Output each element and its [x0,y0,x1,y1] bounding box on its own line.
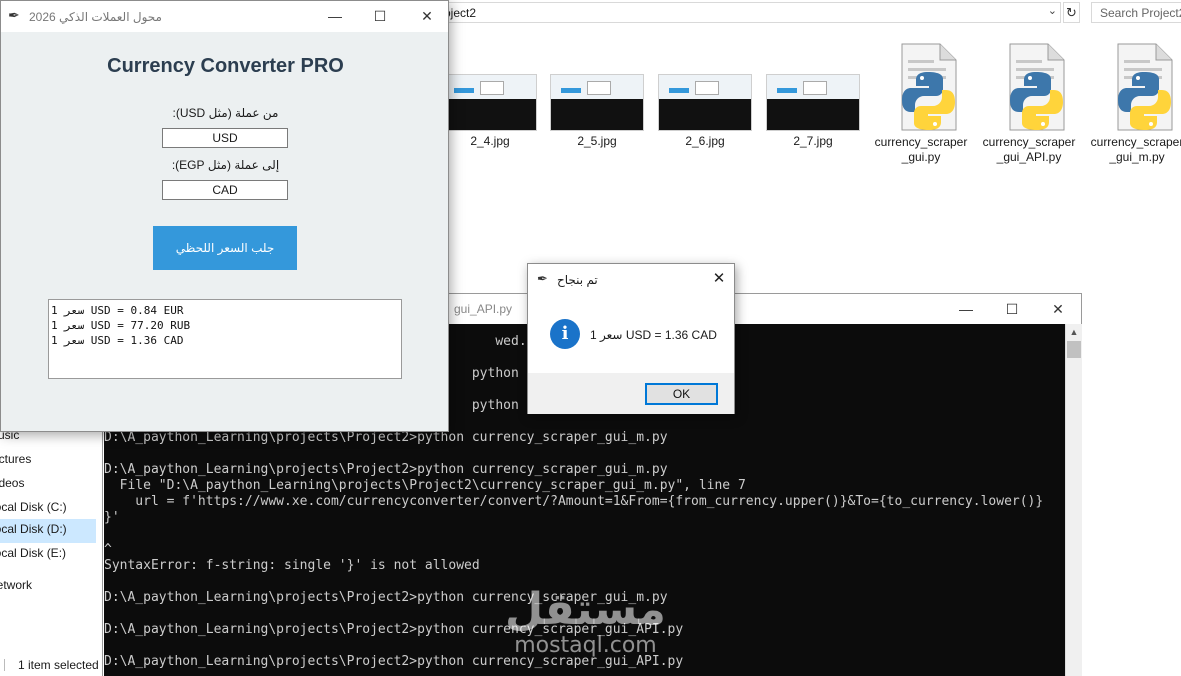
console-line: }' [104,510,120,525]
nav-item-local-disk-d[interactable]: Local Disk (D:) [0,519,96,543]
app-heading: Currency Converter PRO [107,55,344,77]
nav-label: Pictures [0,452,32,466]
file-name: currency_scraper _gui.py [871,135,971,165]
nav-item-local-disk-c[interactable]: Local Disk (C:) [0,497,96,521]
search-input[interactable]: Search Project2 [1091,2,1181,23]
from-currency-input[interactable]: USD [162,128,288,148]
feather-icon: ✒ [537,271,548,286]
window-title: محول العملات الذكي 2026 [29,10,162,24]
image-thumbnail-icon [550,74,644,131]
scroll-thumb[interactable] [1067,341,1081,358]
file-item[interactable]: 2_7.jpg [763,42,863,149]
image-thumbnail-icon [658,74,752,131]
scroll-up-icon[interactable]: ▲ [1066,324,1082,340]
maximize-icon[interactable]: ☐ [369,5,391,27]
result-line: سعر 1 USD = 0.84 EUR [51,304,184,317]
close-icon[interactable]: ✕ [416,5,438,27]
minimize-icon[interactable]: — [324,5,346,27]
file-name: currency_scraper _gui_m.py [1087,135,1181,165]
python-file-icon [901,43,957,131]
file-name-text: currency_scraper _gui_m.py [1090,135,1181,164]
dialog-footer: OK [528,373,734,414]
result-lines: سعر 1 USD = 0.84 EUR سعر 1 USD = 77.20 RU… [51,303,190,348]
ok-button[interactable]: OK [645,383,718,405]
watermark-logo: مستقل [505,584,666,635]
watermark: مستقل mostaql.com [505,586,666,658]
nav-label: Videos [0,476,25,490]
nav-label: Local Disk (C:) [0,500,67,514]
result-line: سعر 1 USD = 1.36 CAD [51,334,184,347]
file-name: 2_4.jpg [470,134,510,148]
dialog-message: سعر 1 USD = 1.36 CAD [590,328,717,342]
console-line: SyntaxError: f-string: single '}' is not… [104,558,480,573]
maximize-icon[interactable]: ☐ [1001,298,1023,320]
file-item[interactable]: currency_scraper _gui_API.py [979,42,1079,165]
image-thumbnail-icon [766,74,860,131]
file-item[interactable]: currency_scraper _gui.py [871,42,971,165]
nav-item-local-disk-e[interactable]: Local Disk (E:) [0,543,96,567]
info-icon: i [550,319,580,349]
console-line: File "D:\A_paython_Learning\projects\Pro… [104,478,746,493]
result-line: سعر 1 USD = 77.20 RUB [51,319,191,332]
console-title: gui_API.py [454,302,513,316]
image-thumbnail-icon [443,74,537,131]
status-text: 1 item selected [18,658,99,672]
dialog-title: تم بنجاح [557,273,598,287]
console-line: D:\A_paython_Learning\projects\Project2>… [104,430,668,445]
watermark-text: mostaql.com [514,633,657,658]
file-item[interactable]: 2_6.jpg [655,42,755,149]
search-placeholder: Search Project2 [1100,6,1181,20]
python-file-icon [1009,43,1065,131]
nav-label: Local Disk (D:) [0,522,67,536]
title-bar[interactable]: ✒ محول العملات الذكي 2026 — ☐ ✕ [1,1,448,32]
success-dialog[interactable]: ✒ تم بنجاح ✕ i سعر 1 USD = 1.36 CAD OK [527,263,735,414]
to-currency-label: إلى عملة (مثل EGP): [171,158,280,172]
file-item[interactable]: 2_5.jpg [547,42,647,149]
status-separator [4,659,5,671]
file-item[interactable]: currency_scraper _gui_m.py [1087,42,1181,165]
address-bar[interactable]: roject2 ⌄ [433,2,1061,23]
results-textbox[interactable]: سعر 1 USD = 0.84 EUR سعر 1 USD = 77.20 RU… [48,299,402,379]
nav-item-network[interactable]: Network [0,575,96,599]
file-name: currency_scraper _gui_API.py [979,135,1079,165]
nav-label: Network [0,578,33,592]
refresh-icon[interactable]: ↻ [1063,2,1080,23]
nav-item-videos[interactable]: Videos [0,473,96,497]
file-name: 2_5.jpg [577,134,617,148]
vertical-scrollbar[interactable]: ▲ [1065,324,1082,676]
close-icon[interactable]: ✕ [709,269,729,289]
close-icon[interactable]: ✕ [1047,298,1069,320]
minimize-icon[interactable]: — [955,298,977,320]
to-currency-input[interactable]: CAD [162,180,288,200]
feather-icon: ✒ [8,7,20,23]
file-item[interactable]: 2_4.jpg [440,42,540,149]
chevron-down-icon[interactable]: ⌄ [1048,4,1057,17]
currency-converter-window[interactable]: ✒ محول العملات الذكي 2026 — ☐ ✕ Currency… [0,0,449,432]
fetch-rate-button[interactable]: جلب السعر اللحظي [153,226,297,270]
file-name-text: currency_scraper _gui_API.py [982,135,1076,164]
file-name-text: currency_scraper _gui.py [874,135,968,164]
nav-item-pictures[interactable]: Pictures [0,449,96,473]
console-line: ^ [104,542,112,557]
file-name: 2_7.jpg [793,134,833,148]
console-line: D:\A_paython_Learning\projects\Project2>… [104,462,668,477]
python-file-icon [1117,43,1173,131]
from-currency-label: من عملة (مثل USD): [172,106,279,120]
nav-label: Local Disk (E:) [0,546,67,560]
file-name: 2_6.jpg [685,134,725,148]
console-line: url = f'https://www.xe.com/currencyconve… [104,494,1044,509]
